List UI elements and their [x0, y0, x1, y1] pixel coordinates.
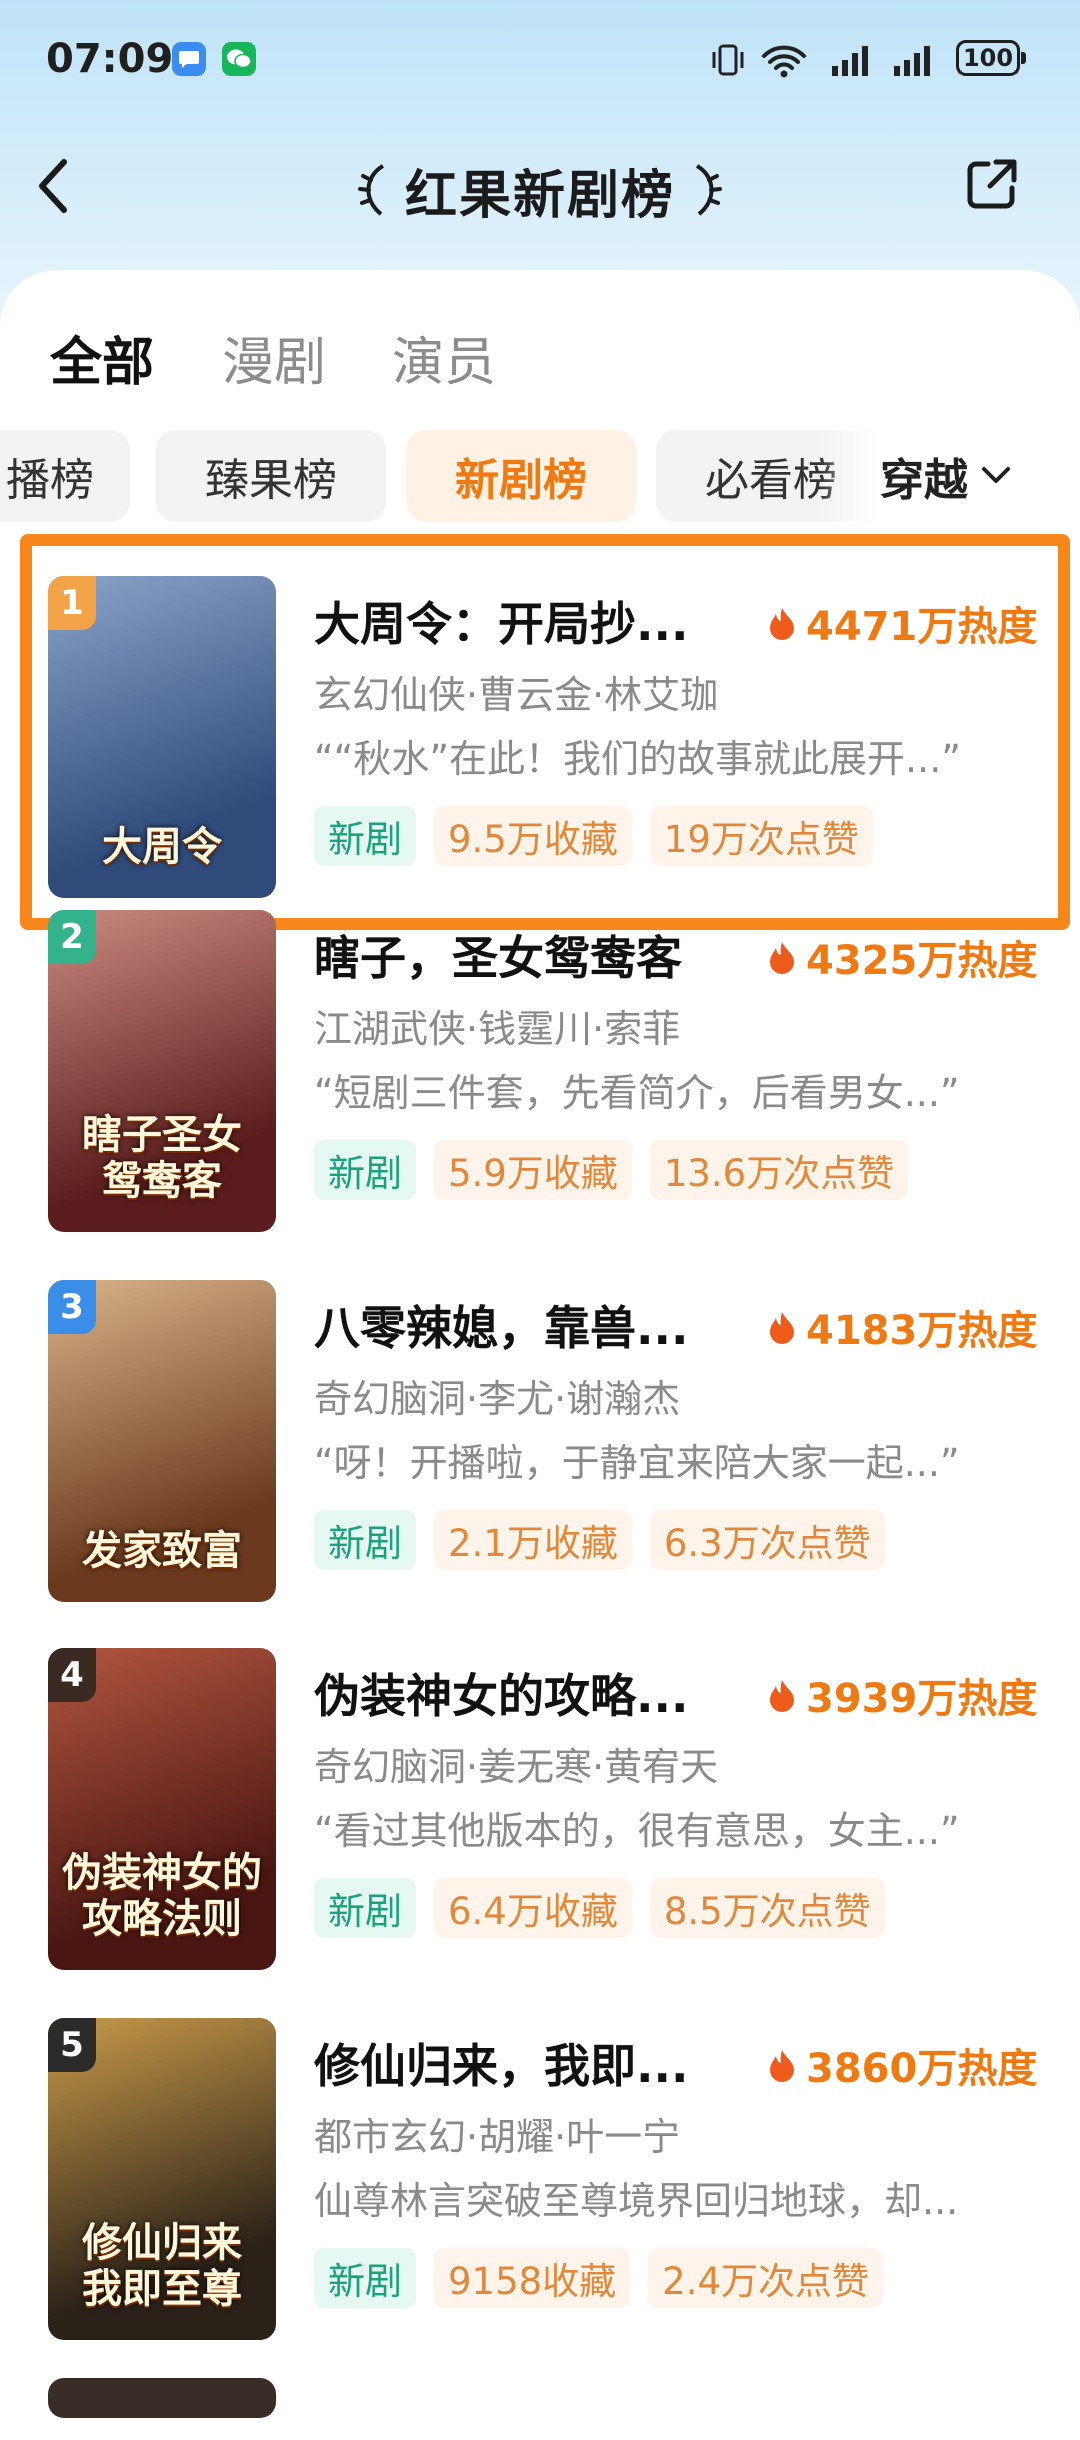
genre-dropdown-label: 穿越: [880, 455, 968, 506]
rank-badge: 4: [48, 1648, 96, 1702]
favorites-count: 9158收藏: [434, 2248, 631, 2308]
signal-icon-2: [894, 46, 930, 76]
new-drama-tag: 新剧: [314, 1878, 416, 1938]
main-tabs: 全部 漫剧 演员: [0, 320, 1080, 400]
poster-title-art: 修仙归来 我即至尊: [82, 2219, 242, 2312]
drama-review-quote: ““秋水”在此！我们的故事就此展开...”: [314, 737, 961, 781]
heat-value: 4471万热度: [806, 604, 1038, 650]
status-bar: 07:09 100: [0, 0, 1080, 120]
content-card: 全部 漫剧 演员 播榜 臻果榜 新剧榜 必看榜 穿越 1 大周令 大周令：开局抄…: [0, 270, 1080, 2440]
chip-broadcast-rank[interactable]: 播榜: [0, 430, 130, 522]
chips-fade: [820, 430, 880, 526]
drama-genre-cast: 奇幻脑洞·姜无寒·黄宥天: [314, 1745, 719, 1789]
drama-title[interactable]: 八零辣媳，靠兽...: [314, 1292, 688, 1358]
favorites-count: 5.9万收藏: [434, 1140, 632, 1200]
vibrate-icon: [712, 44, 744, 76]
signal-icon-1: [832, 46, 868, 76]
chip-zhenguo-rank[interactable]: 臻果榜: [156, 430, 386, 522]
heat-score: 4325万热度: [768, 928, 1037, 986]
page-title: 红果新剧榜: [404, 165, 675, 226]
laurel-left-icon: [357, 164, 385, 216]
heat-score: 4471万热度: [768, 594, 1037, 652]
likes-count: 13.6万次点赞: [649, 1140, 909, 1200]
heat-value: 4325万热度: [806, 938, 1038, 984]
favorites-count: 2.1万收藏: [434, 1510, 632, 1570]
poster-title-art: 发家致富: [82, 1527, 242, 1574]
drama-tags: 新剧 9.5万收藏 19万次点赞: [314, 806, 891, 866]
new-drama-tag: 新剧: [314, 2248, 416, 2308]
poster-title-art: 大周令: [102, 823, 222, 870]
drama-title[interactable]: 瞎子，圣女鸳鸯客: [314, 922, 682, 988]
message-app-icon: [172, 42, 206, 76]
heat-value: 3939万热度: [806, 1676, 1038, 1722]
drama-title[interactable]: 伪装神女的攻略...: [314, 1660, 688, 1726]
flame-icon: [770, 608, 794, 640]
chip-new-drama-rank[interactable]: 新剧榜: [406, 430, 636, 522]
chevron-down-icon: [982, 467, 1010, 483]
ranking-subtabs: 播榜 臻果榜 新剧榜 必看榜 穿越: [0, 430, 1080, 526]
wifi-icon: [762, 45, 806, 78]
poster-title-art: 伪装神女的 攻略法则: [62, 1849, 262, 1942]
tab-comic-drama[interactable]: 漫剧: [222, 320, 326, 395]
likes-count: 8.5万次点赞: [649, 1878, 885, 1938]
drama-poster[interactable]: 4 伪装神女的 攻略法则: [48, 1648, 276, 1970]
drama-tags: 新剧 9158收藏 2.4万次点赞: [314, 2248, 901, 2308]
flame-icon: [770, 2050, 794, 2082]
share-icon[interactable]: [962, 154, 1022, 214]
flame-icon: [770, 1680, 794, 1712]
heat-value: 3860万热度: [806, 2046, 1038, 2092]
rank-badge: 1: [48, 576, 96, 630]
drama-title[interactable]: 修仙归来，我即...: [314, 2030, 688, 2096]
rank-badge: 5: [48, 2018, 96, 2072]
drama-poster[interactable]: 3 发家致富: [48, 1280, 276, 1602]
drama-tags: 新剧 6.4万收藏 8.5万次点赞: [314, 1878, 903, 1938]
drama-title[interactable]: 大周令：开局抄...: [314, 588, 688, 654]
heat-value: 4183万热度: [806, 1308, 1038, 1354]
drama-genre-cast: 都市玄幻·胡耀·叶一宁: [314, 2115, 681, 2159]
drama-review-quote: “呀！开播啦，于静宜来陪大家一起...”: [314, 1441, 960, 1485]
drama-poster[interactable]: 2 瞎子圣女 鸳鸯客: [48, 910, 276, 1232]
flame-icon: [770, 942, 794, 974]
drama-genre-cast: 奇幻脑洞·李尤·谢瀚杰: [314, 1377, 681, 1421]
favorites-count: 9.5万收藏: [434, 806, 632, 866]
battery-indicator: 100: [956, 40, 1026, 76]
rank-badge: 3: [48, 1280, 96, 1334]
laurel-right-icon: [695, 164, 722, 216]
drama-tags: 新剧 2.1万收藏 6.3万次点赞: [314, 1510, 903, 1570]
likes-count: 2.4万次点赞: [648, 2248, 884, 2308]
drama-poster-partial[interactable]: [48, 2378, 276, 2418]
tab-all[interactable]: 全部: [50, 320, 154, 395]
drama-item[interactable]: 3 发家致富 八零辣媳，靠兽... 4183万热度 奇幻脑洞·李尤·谢瀚杰 “呀…: [0, 1270, 1080, 1610]
drama-review-quote: “短剧三件套，先看简介，后看男女...”: [314, 1071, 960, 1115]
heat-score: 4183万热度: [768, 1298, 1037, 1356]
new-drama-tag: 新剧: [314, 1510, 416, 1570]
likes-count: 19万次点赞: [649, 806, 873, 866]
drama-review-quote: 仙尊林言突破至尊境界回归地球，却...: [314, 2179, 959, 2223]
drama-item[interactable]: 1 大周令 大周令：开局抄... 4471万热度 玄幻仙侠·曹云金·林艾珈 ““…: [0, 530, 1080, 930]
likes-count: 6.3万次点赞: [649, 1510, 885, 1570]
favorites-count: 6.4万收藏: [434, 1878, 632, 1938]
new-drama-tag: 新剧: [314, 806, 416, 866]
genre-dropdown[interactable]: 穿越: [880, 430, 1080, 522]
drama-review-quote: “看过其他版本的，很有意思，女主...”: [314, 1809, 960, 1853]
page-title-bar: 红果新剧榜: [0, 150, 1080, 230]
drama-genre-cast: 玄幻仙侠·曹云金·林艾珈: [314, 673, 719, 717]
drama-poster[interactable]: 1 大周令: [48, 576, 276, 898]
drama-item[interactable]: 2 瞎子圣女 鸳鸯客 瞎子，圣女鸳鸯客 4325万热度 江湖武侠·钱霆川·索菲 …: [0, 900, 1080, 1240]
flame-icon: [770, 1312, 794, 1344]
drama-tags: 新剧 5.9万收藏 13.6万次点赞: [314, 1140, 926, 1200]
drama-poster[interactable]: 5 修仙归来 我即至尊: [48, 2018, 276, 2340]
poster-title-art: 瞎子圣女 鸳鸯客: [82, 1111, 242, 1204]
drama-genre-cast: 江湖武侠·钱霆川·索菲: [314, 1007, 681, 1051]
heat-score: 3939万热度: [768, 1666, 1037, 1724]
heat-score: 3860万热度: [768, 2036, 1037, 2094]
new-drama-tag: 新剧: [314, 1140, 416, 1200]
rank-badge: 2: [48, 910, 96, 964]
wechat-icon: [222, 42, 256, 76]
drama-item[interactable]: 4 伪装神女的 攻略法则 伪装神女的攻略... 3939万热度 奇幻脑洞·姜无寒…: [0, 1638, 1080, 1978]
drama-item[interactable]: 5 修仙归来 我即至尊 修仙归来，我即... 3860万热度 都市玄幻·胡耀·叶…: [0, 2008, 1080, 2348]
tab-actors[interactable]: 演员: [392, 320, 496, 395]
status-time: 07:09: [46, 36, 174, 82]
